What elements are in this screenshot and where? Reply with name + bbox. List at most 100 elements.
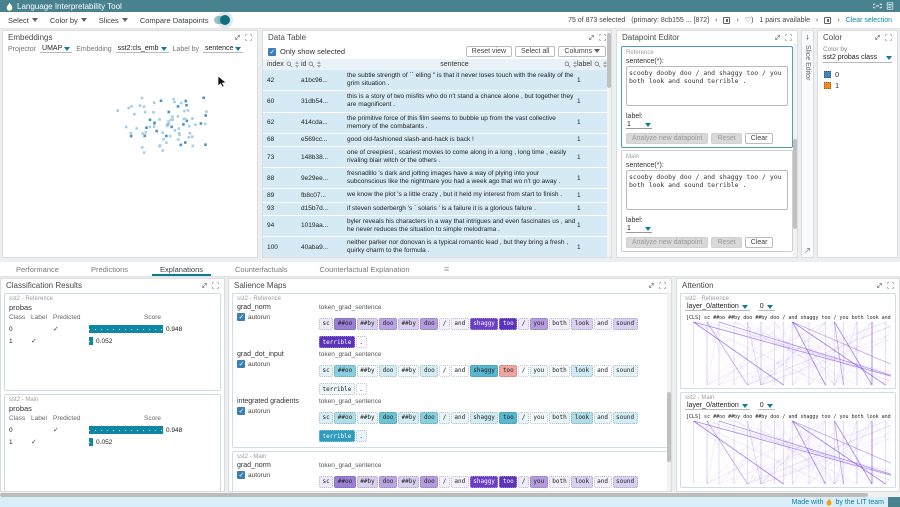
tab-counterfactuals[interactable]: Counterfactuals [219,262,304,276]
table-row[interactable]: 6031db54...this is a story of two misfit… [263,91,611,111]
tab-explanations[interactable]: Explanations [144,262,219,276]
sort-icon[interactable] [317,61,321,68]
link-icon[interactable] [873,2,882,10]
table-row[interactable]: 941019aa...byler reveals his characters … [263,216,611,236]
columns-button[interactable]: Columns [558,46,606,57]
tab-predictions[interactable]: Predictions [75,262,144,276]
probas-row: 1✓0.052 [9,335,216,347]
salience-token: shaggy [470,318,499,330]
table-row[interactable]: 73148b38...one of creepiest , scariest m… [263,147,611,167]
select-all-button[interactable]: Select all [515,46,555,57]
splitter-drag-handle[interactable]: ≡ [444,265,449,274]
salience-scrollbar[interactable] [667,392,671,462]
table-row[interactable]: 62414cda...the primitive force of this f… [263,113,611,133]
next-datapoint-button[interactable]: › [736,17,738,24]
layer-select[interactable]: layer_0/attention [685,303,750,311]
minimize-icon[interactable] [876,282,883,289]
pin-datapoint-icon[interactable] [723,17,730,24]
sentence-textarea[interactable]: scooby dooby doo / and shaggy too / you … [626,66,788,106]
cell-label: 1 [577,98,607,105]
head-select[interactable]: 0 [758,402,775,410]
minimize-icon[interactable] [588,34,595,41]
maximize-icon[interactable] [212,282,219,289]
prev-datapoint-button[interactable]: ‹ [715,17,717,24]
analyze-new-datapoint-button[interactable]: Analyze new datapoint [626,133,708,144]
embedding-select[interactable]: sst2:cls_emb [116,45,169,53]
section-name: sst2 - Reference [685,296,891,302]
tab-counterfactual-explanation[interactable]: Counterfactual Explanation [304,262,426,276]
search-icon[interactable] [308,61,315,68]
expand-icon[interactable] [804,247,811,254]
toggle-switch[interactable] [214,16,229,24]
column-header-index[interactable]: index [267,61,301,68]
table-row[interactable]: 89fb8c07...we know the plot 's a little … [263,189,611,201]
field-name: token_grad_sentence [319,351,663,358]
column-header-id[interactable]: id [301,61,347,68]
select-menu[interactable]: Select [8,16,38,25]
search-icon[interactable] [564,61,571,68]
tab-performance[interactable]: Performance [0,262,75,276]
minimize-icon[interactable] [201,282,208,289]
next-pair-button[interactable]: › [837,17,839,24]
color-by-menu[interactable]: Color by [50,16,87,25]
search-icon[interactable] [594,61,601,68]
minimize-icon[interactable] [648,282,655,289]
horizontal-scrollbar-thumb[interactable] [0,493,868,497]
head-select[interactable]: 0 [758,303,775,311]
maximize-icon[interactable] [659,282,666,289]
autorun-checkbox[interactable] [237,360,245,368]
chevron-down-icon [32,18,38,22]
label-select[interactable]: 1 [626,121,652,129]
reset-button[interactable]: Reset [711,237,741,248]
reset-view-button[interactable]: Reset view [466,46,512,57]
autorun-checkbox[interactable] [237,471,245,479]
minimize-icon[interactable] [874,34,881,41]
search-icon[interactable] [286,61,293,68]
table-row[interactable]: 68e569cc...good old-fashioned slash-and-… [263,134,611,146]
cell-label: 1 [577,136,607,143]
editor-scrollbar[interactable] [793,139,797,229]
score-bar [89,426,163,434]
autorun-checkbox[interactable] [237,407,245,415]
favorite-icon[interactable]: ♡) [745,16,754,24]
label-select[interactable]: 1 [626,225,652,233]
table-row[interactable]: 889e29ee...fresnadillo 's dark and jolti… [263,168,611,188]
maximize-icon[interactable] [245,34,252,41]
sort-icon[interactable] [295,61,299,68]
column-header-sentence[interactable]: sentence [347,61,577,68]
salience-token: sc [319,318,333,330]
pin-icon[interactable] [804,34,811,41]
docs-icon[interactable] [886,2,894,10]
table-row[interactable]: 42a1bc96...the subtle strength of `` ell… [263,70,611,90]
clear-button[interactable]: Clear [745,237,774,248]
layer-select[interactable]: layer_0/attention [685,402,750,410]
maximize-icon[interactable] [885,34,892,41]
analyze-new-datapoint-button[interactable]: Analyze new datapoint [626,237,708,248]
maximize-icon[interactable] [785,34,792,41]
table-row[interactable]: 93d15b7d...if steven soderbergh 's ` sol… [263,203,611,215]
clear-selection-link[interactable]: Clear selection [846,17,892,24]
reset-button[interactable]: Reset [711,133,741,144]
colorby-select[interactable]: sst2 probas class [823,54,892,63]
slices-menu[interactable]: Slices [99,16,128,25]
prev-pair-button[interactable]: ‹ [816,17,818,24]
clear-button[interactable]: Clear [745,133,774,144]
only-show-selected-checkbox[interactable] [268,48,276,56]
table-scrollbar[interactable] [607,33,611,88]
column-header-label[interactable]: label [577,61,607,68]
maximize-icon[interactable] [887,282,894,289]
salience-token: / [439,365,450,377]
autorun-checkbox[interactable] [237,313,245,321]
compare-datapoints-toggle[interactable]: Compare Datapoints [140,16,229,25]
chevron-down-icon [161,47,167,51]
maximize-icon[interactable] [599,34,606,41]
projector-select[interactable]: UMAP [40,45,72,53]
slice-editor-collapsed[interactable]: Slice Editor [801,30,814,258]
minimize-icon[interactable] [774,34,781,41]
table-row[interactable]: 10040aba9...neither parker nor donovan i… [263,237,611,257]
sentence-textarea[interactable]: scooby dooby doo / and shaggy too / you … [626,170,788,210]
labelby-select[interactable]: sentence [203,45,243,53]
minimize-icon[interactable] [234,34,241,41]
pair-select-icon[interactable] [824,17,831,24]
header-cell: Score [89,314,216,321]
